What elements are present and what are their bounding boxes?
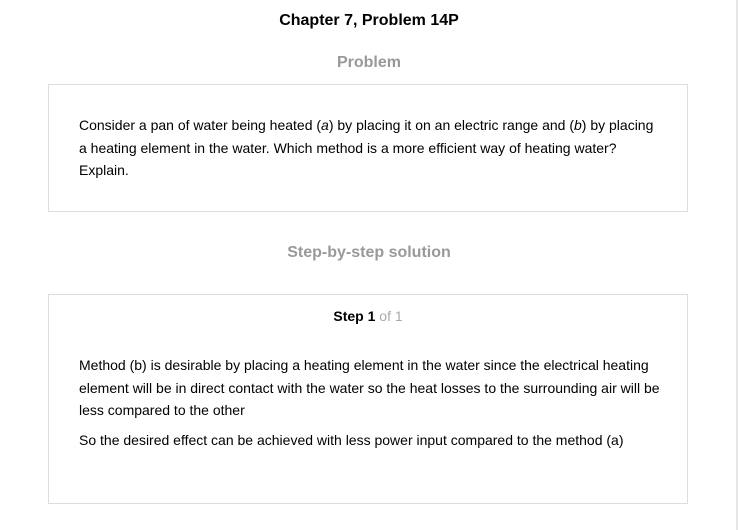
solution-paragraph: So the desired effect can be achieved wi… (79, 432, 624, 448)
problem-statement: Consider a pan of water being heated (a)… (79, 114, 659, 182)
step-label: Step (333, 308, 364, 324)
solution-heading: Step-by-step solution (287, 244, 451, 261)
problem-box: Consider a pan of water being heated (a)… (48, 84, 688, 212)
step-header: Step 1 of 1 (49, 308, 687, 324)
problem-marker-b: b (573, 117, 582, 133)
problem-marker-a: a (321, 117, 329, 133)
problem-text-part1: Consider a pan of water being heated ( (79, 117, 322, 133)
problem-heading: Problem (336, 54, 401, 71)
chapter-title: Chapter 7, Problem 14P (279, 12, 459, 29)
problem-text-part2: ) by placing it on an electric range and… (328, 117, 574, 133)
solution-paragraph: Method (b) is desirable by placing a hea… (79, 357, 660, 418)
step-total: of 1 (379, 308, 403, 324)
step-number: 1 (367, 308, 376, 324)
solution-box: Step 1 of 1 Method (b) is desirable by p… (48, 294, 688, 504)
